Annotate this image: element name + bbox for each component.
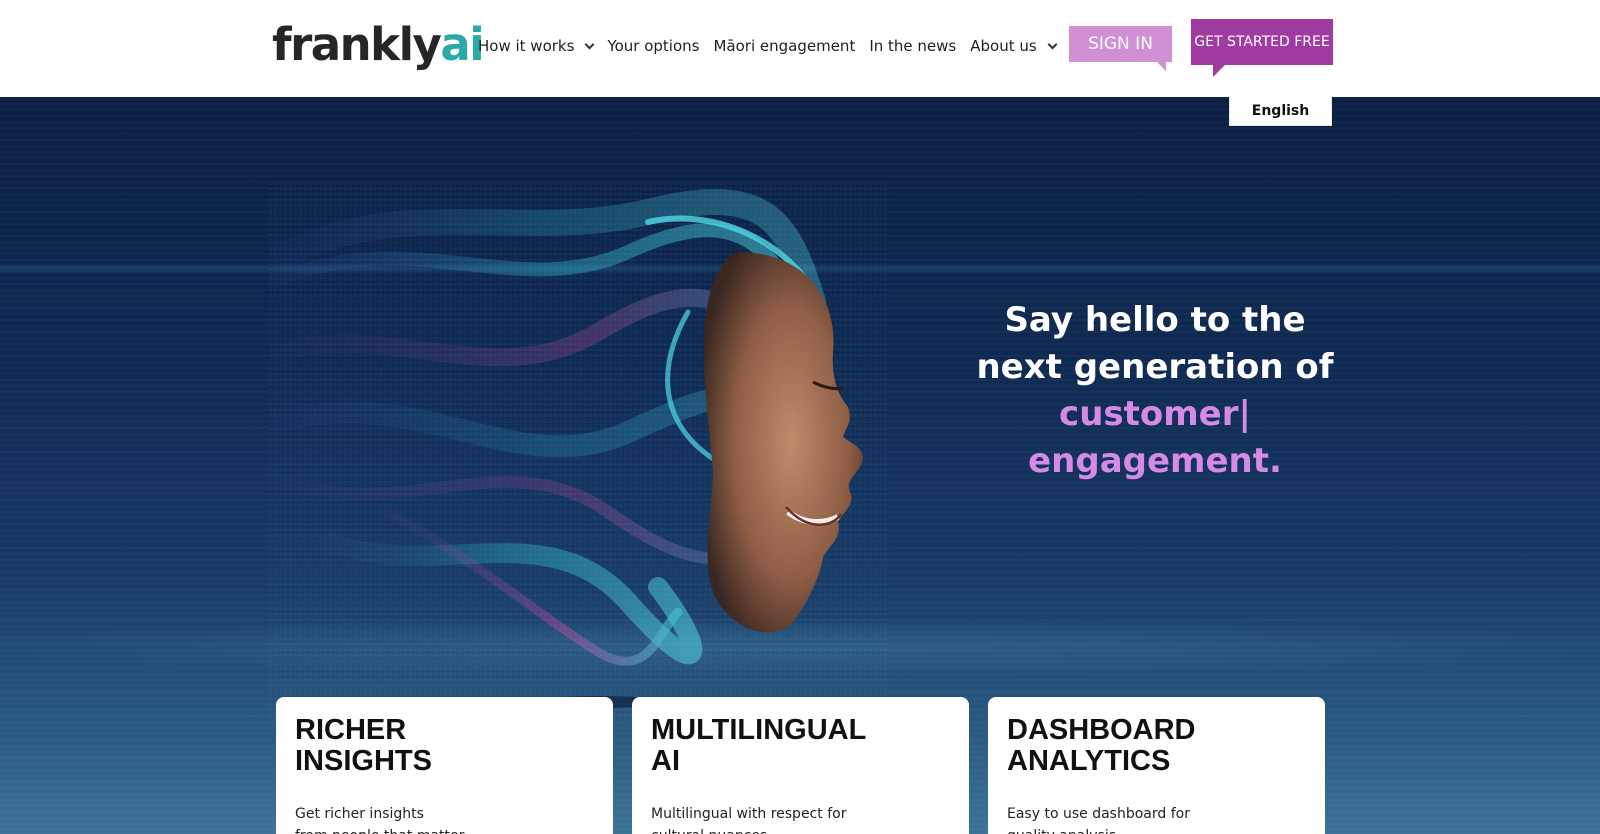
nav-how-it-works-label: How it works [478, 37, 575, 55]
nav-about-us[interactable]: About us [970, 37, 1058, 55]
main-nav: How it works Your options Māori engageme… [478, 37, 1070, 55]
hero-headline: Say hello to the next generation of cust… [940, 297, 1370, 485]
feature-card-dashboard-analytics[interactable]: DASHBOARD ANALYTICS Easy to use dashboar… [988, 697, 1325, 834]
feature-card-text: Easy to use dashboard for quality analys… [1007, 806, 1190, 834]
nav-how-it-works[interactable]: How it works [478, 37, 595, 55]
site-header: franklyai How it works Your options Māor… [0, 0, 1600, 97]
hero-headline-line-1: Say hello to the [1004, 300, 1306, 340]
feature-card-text: Get richer insights from people that mat… [295, 806, 464, 834]
franklyai-logo[interactable]: franklyai [272, 22, 485, 67]
hero-face-particle-illustration [268, 182, 888, 727]
nav-your-options[interactable]: Your options [607, 37, 699, 55]
sign-in-button[interactable]: SIGN IN [1069, 26, 1172, 71]
nav-in-the-news-label: In the news [869, 37, 957, 55]
get-started-free-button[interactable]: GET STARTED FREE [1191, 19, 1333, 77]
feature-card-title: RICHER INSIGHTS [295, 714, 432, 777]
hero-headline-line-2: next generation of [976, 347, 1334, 387]
nav-maori-engagement-label: Māori engagement [713, 37, 856, 55]
feature-card-multilingual-ai[interactable]: MULTILINGUAL AI Multilingual with respec… [632, 697, 969, 834]
feature-card-text: Multilingual with respect for cultural n… [651, 806, 847, 834]
chevron-down-icon [1047, 39, 1058, 49]
feature-card-title: MULTILINGUAL AI [651, 714, 867, 777]
nav-your-options-label: Your options [607, 37, 700, 55]
nav-maori-engagement[interactable]: Māori engagement [713, 37, 855, 55]
hero-headline-accent-1: customer| [1059, 394, 1251, 434]
hero-headline-accent-2: engagement. [1028, 441, 1282, 481]
logo-accent-text: ai [440, 18, 484, 71]
chevron-down-icon [584, 39, 595, 49]
language-selector[interactable]: English [1229, 97, 1332, 126]
nav-about-us-label: About us [970, 37, 1037, 55]
feature-card-title: DASHBOARD ANALYTICS [1007, 714, 1196, 777]
logo-main-text: frankly [272, 18, 442, 71]
nav-in-the-news[interactable]: In the news [869, 37, 956, 55]
feature-card-richer-insights[interactable]: RICHER INSIGHTS Get richer insights from… [276, 697, 613, 834]
